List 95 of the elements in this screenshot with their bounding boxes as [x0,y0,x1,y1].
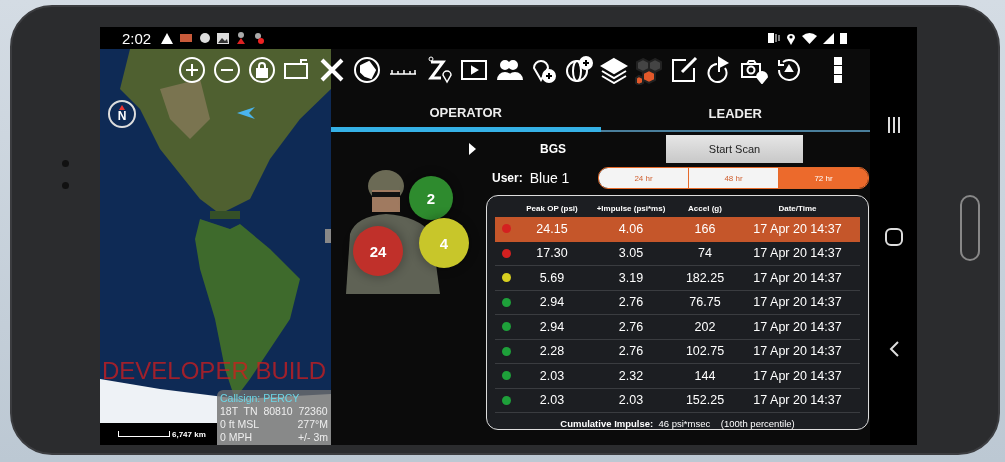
rotate-icon[interactable] [775,56,803,84]
table-cell-text: 17 Apr 20 14:37 [752,221,843,236]
speed-text: 0 MPH [220,431,253,444]
table-cell-text: 2.03 [617,393,645,408]
table-cell-text: 4.06 [617,221,645,236]
cumulative-impulse-text: Cumulative Impulse: 46 psi*msec (100th percentile) [559,418,796,429]
table-cell-text: 3.19 [617,270,645,285]
table-cell-text: 2.28 [538,344,566,359]
reading-row[interactable]: 2.28 2.76 102.75 17 Apr 20 14:37 [495,339,860,364]
column-header: Accel (g) [687,204,723,213]
table-cell-text: 182.25 [684,270,726,285]
warning-icon [161,32,174,44]
table-cell-text: 76.75 [688,295,722,310]
reading-row[interactable]: 2.94 2.76 76.75 17 Apr 20 14:37 [495,290,860,315]
reading-row[interactable]: 2.03 2.03 152.25 17 Apr 20 14:37 [495,388,860,413]
column-header: Date/Time [777,204,818,213]
table-cell-text: 17 Apr 20 14:37 [752,368,843,383]
table-cell-text: 2.76 [617,344,645,359]
menu-icon[interactable] [831,56,845,84]
device-name: BGS [540,142,566,156]
reading-row[interactable]: 5.69 3.19 182.25 17 Apr 20 14:37 [495,266,860,291]
scale-text: 6,747 km [172,429,206,439]
table-cell-text: 17 Apr 20 14:37 [752,295,843,310]
person-alert-icon [253,32,266,44]
tab[interactable]: LEADER [600,97,870,132]
home-button[interactable] [960,195,980,261]
developer-build-label: DEVELOPER BUILD [102,357,327,385]
back-icon[interactable] [888,341,899,358]
table-cell-text: 2.94 [538,319,566,334]
sensor-icon [62,160,69,167]
tab[interactable]: OPERATOR [331,97,601,132]
table-cell-text: 3.05 [617,246,645,261]
period-option[interactable]: 24 hr [599,168,688,188]
lock-icon[interactable] [248,56,276,84]
table-cell-text: 2.94 [538,295,566,310]
grid-coordinates: 18T TN 80810 72360 [220,405,328,418]
reading-row[interactable]: 17.30 3.05 74 17 Apr 20 14:37 [495,241,860,266]
recent-apps-icon[interactable] [886,116,901,133]
table-cell-text: 17 Apr 20 14:37 [752,246,843,261]
table-cell-text: 144 [693,368,717,383]
zoom-in-icon[interactable] [178,56,206,84]
start-scan-button[interactable]: Start Scan [666,135,803,163]
person-alert-icon [235,32,248,44]
table-cell-text: 152.25 [684,393,726,408]
globe-plus-icon[interactable] [565,56,593,84]
battery-icon [840,32,847,44]
table-cell-text: 17 Apr 20 14:37 [752,319,843,334]
status-time: 2:02 [122,29,152,47]
location-arrow-icon [237,107,255,119]
zoom-out-icon[interactable] [213,56,241,84]
close-icon[interactable] [318,56,346,84]
table-cell-text: 17 Apr 20 14:37 [752,270,843,285]
column-header: +Impulse (psi*ms) [595,204,667,213]
table-cell-text: 17 Apr 20 14:37 [752,344,843,359]
accuracy-text: +/- 3m [297,431,328,444]
reading-row[interactable]: 2.03 2.32 144 17 Apr 20 14:37 [495,364,860,389]
image-icon [217,32,230,44]
signal-icon [823,32,834,44]
callsign-text: Callsign: PERCY [220,392,301,405]
column-header: Peak OP (psi) [525,204,579,213]
table-cell-text: 2.76 [617,295,645,310]
table-cell-text: 2.03 [538,393,566,408]
table-cell-text: 5.69 [538,270,566,285]
home-icon[interactable] [884,228,903,246]
table-cell-text: 17 Apr 20 14:37 [752,393,843,408]
wifi-icon [802,32,817,44]
table-cell-text: 2.32 [617,368,645,383]
blast-marker: 4 [419,218,469,268]
altitude-text: 0 ft MSL [220,418,260,431]
reading-row[interactable]: 2.94 2.76 202 17 Apr 20 14:37 [495,315,860,340]
table-cell-text: 202 [693,319,717,334]
table-cell-text: 24.15 [535,221,569,236]
play-arrow-icon[interactable] [469,143,476,155]
table-cell-text: 166 [693,221,717,236]
vibrate-icon [766,32,780,44]
period-option[interactable]: 48 hr [688,168,778,188]
table-cell-text: 17.30 [535,246,569,261]
user-name: Blue 1 [529,170,570,186]
compass-button[interactable]: N [108,100,136,128]
blast-marker: 2 [409,176,453,220]
notification-icon [179,32,194,44]
table-cell-text: 102.75 [684,344,726,359]
table-cell-text: 2.76 [617,319,645,334]
table-cell-text: 2.03 [538,368,566,383]
sensor-icon [62,182,69,189]
location-pin-icon [786,31,796,45]
user-label: User: [492,171,523,185]
scale-bar [118,431,170,437]
table-cell-text: 74 [697,246,713,261]
range-pin-icon[interactable] [425,56,453,84]
heading-text: 277°M [297,418,328,431]
layers-icon[interactable] [600,56,628,84]
hexagon-logo-icon[interactable] [635,55,663,85]
reading-row[interactable]: 24.15 4.06 166 17 Apr 20 14:37 [495,217,860,242]
edit-icon[interactable] [670,56,698,84]
